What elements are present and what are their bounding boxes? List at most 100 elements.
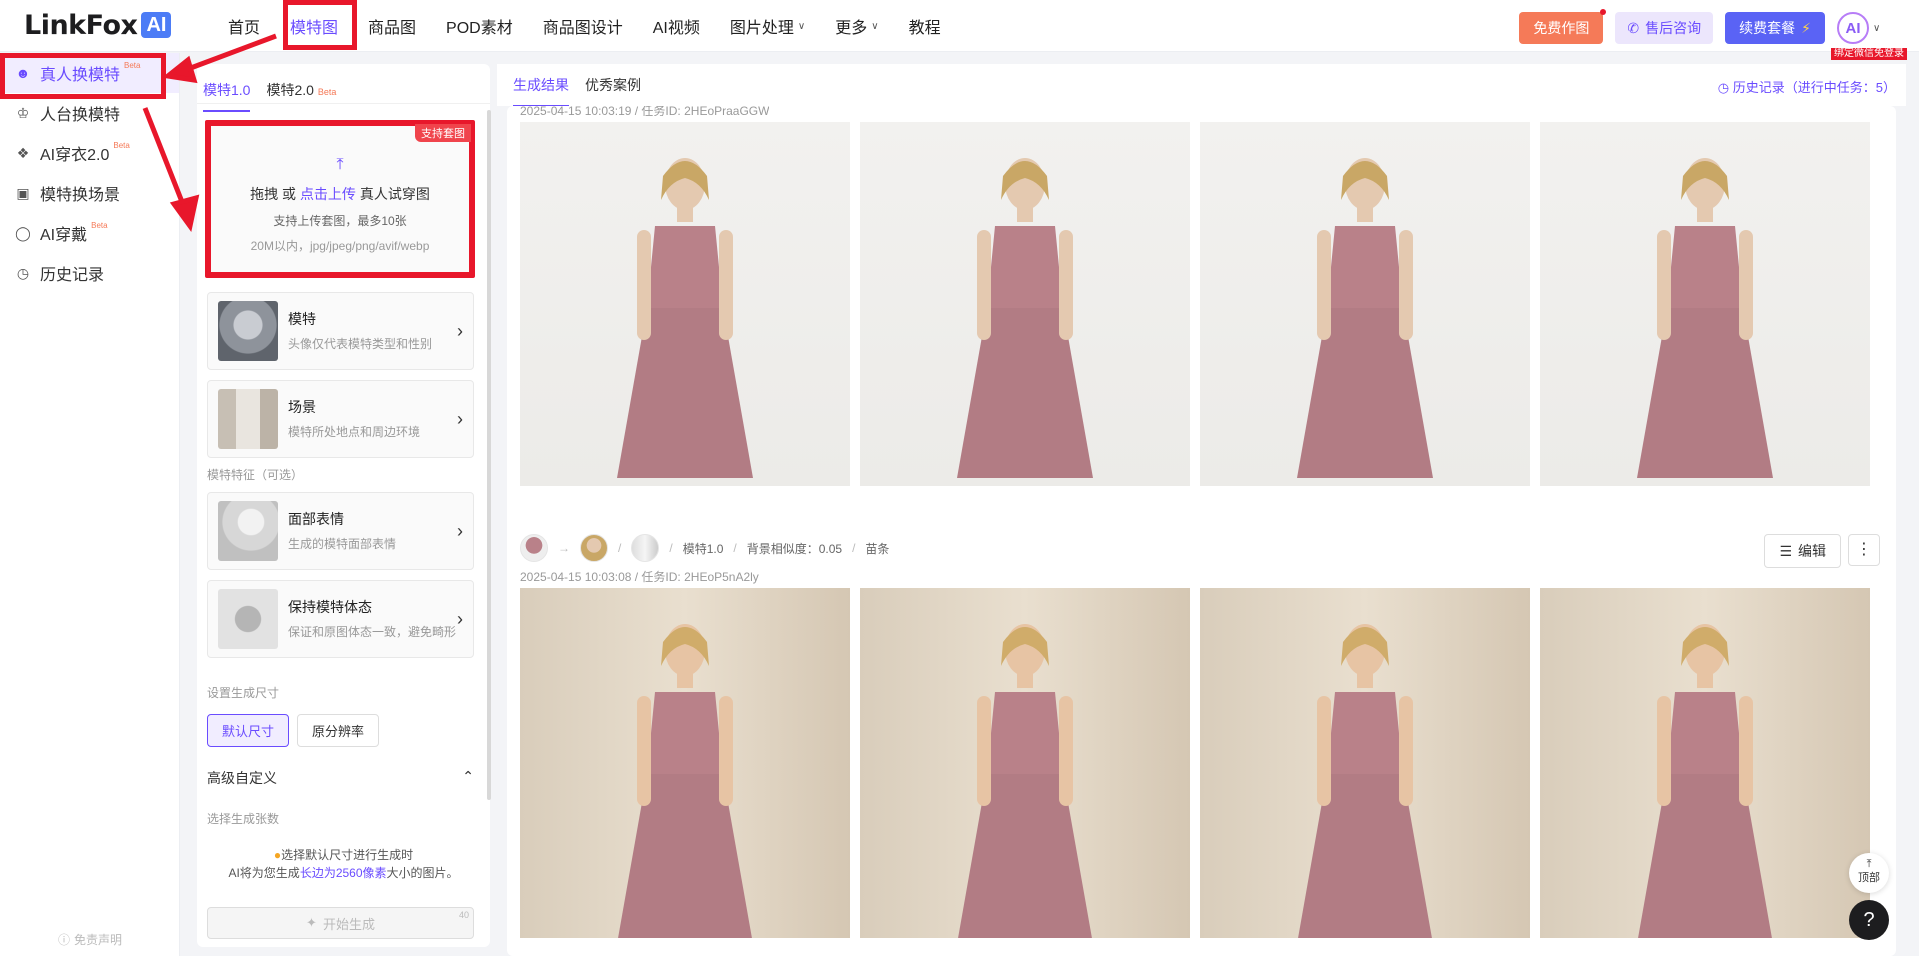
sliders-icon: ☰ [1779, 542, 1792, 559]
nav-label: 图片处理 [729, 20, 794, 37]
sidebar-item-mannequin-swap[interactable]: ♔ 人台换模特 [0, 93, 179, 133]
disclaimer-label: 免责声明 [74, 933, 123, 947]
model-figure [958, 624, 1092, 938]
sidebar-item-label: 人台换模特 [40, 107, 121, 124]
tab-label: 模特1.0 [203, 82, 251, 98]
chevron-down-icon: ∨ [797, 20, 806, 32]
nav-image-processing[interactable]: 图片处理 ∨ [730, 14, 805, 38]
generate-cost: 40 [458, 910, 469, 920]
generated-image[interactable] [520, 588, 850, 938]
chevron-up-icon: ⌃ [462, 768, 474, 784]
logo[interactable]: LinkFox AI [24, 9, 172, 41]
lightning-icon: ⚡ [1801, 19, 1811, 36]
nav-home[interactable]: 首页 [228, 14, 260, 38]
scene-thumbnail-small [631, 534, 660, 562]
face-expression-card[interactable]: 面部表情 生成的模特面部表情 › [207, 492, 474, 570]
user-menu[interactable]: AI ∨ 绑定微信免登录 [1831, 10, 1907, 60]
tip-line1: 选择默认尺寸进行生成时 [281, 848, 414, 862]
nav-product-image[interactable]: 商品图 [368, 14, 416, 38]
generated-image[interactable] [1540, 122, 1870, 486]
after-sales-button[interactable]: ✆ 售后咨询 [1615, 12, 1714, 44]
history-link[interactable]: ◷ 历史记录（进行中任务：5） [1718, 77, 1896, 96]
results-area: 生成结果 优秀案例 ◷ 历史记录（进行中任务：5） 2025-04-15 10:… [497, 64, 1906, 956]
card-title: 模特 [288, 311, 316, 327]
wechat-bind-badge[interactable]: 绑定微信免登录 [1831, 48, 1907, 60]
free-draw-button[interactable]: 免费作图 [1519, 9, 1607, 44]
model-select-card[interactable]: 模特 头像仅代表模特类型和性别 › [207, 292, 474, 370]
wand-icon: ✦ [306, 915, 317, 930]
default-size-button[interactable]: 默认尺寸 [207, 714, 290, 747]
upload-icon: ⤒ [336, 156, 344, 173]
generated-image[interactable] [1200, 122, 1530, 486]
tab-label: 模特2.0 [266, 82, 314, 98]
advanced-toggle[interactable]: 高级自定义 ⌃ [207, 768, 474, 788]
history-icon: ◷ [16, 264, 30, 281]
task-similarity: 背景相似度：0.05 [746, 541, 843, 556]
edit-button[interactable]: ☰ 编辑 [1764, 534, 1841, 568]
sidebar-item-scene-swap[interactable]: ▣ 模特换场景 [0, 173, 179, 213]
card-desc: 生成的模特面部表情 [288, 537, 397, 551]
task-model: 模特1.0 [682, 541, 724, 556]
tab-model-2[interactable]: 模特2.0 Beta [266, 80, 336, 103]
nav-more[interactable]: 更多 ∨ [835, 14, 878, 38]
task-chain: → / / 模特1.0 / 背景相似度：0.05 / 苗条 [520, 534, 889, 562]
shirt-icon: ❖ [16, 144, 30, 161]
generate-label: 开始生成 [322, 916, 375, 932]
upload-dropzone[interactable]: 支持套图 ⤒ 拖拽 或 点击上传 真人试穿图 支持上传套图，最多10张 20M以… [205, 120, 475, 278]
sidebar-item-label: AI穿戴 [40, 227, 88, 244]
disclaimer-link[interactable]: ⓘ 免责声明 [58, 931, 122, 948]
top-right-actions: 免费作图 ✆ 售后咨询 续费套餐 ⚡ AI ∨ 绑定微信免登录 [1519, 9, 1907, 60]
original-resolution-button[interactable]: 原分辨率 [297, 714, 380, 747]
start-generate-button[interactable]: ✦ 开始生成 40 [207, 907, 474, 939]
nav-label: 商品图设计 [542, 20, 623, 37]
model-thumbnail [218, 301, 278, 361]
upload-instruction: 拖拽 或 点击上传 真人试穿图 [211, 184, 469, 204]
sidebar-item-history[interactable]: ◷ 历史记录 [0, 253, 179, 293]
tab-model-1[interactable]: 模特1.0 [203, 80, 251, 112]
upload-link[interactable]: 点击上传 [300, 186, 356, 202]
back-to-top-button[interactable]: ⤒ 顶部 [1849, 853, 1889, 893]
nav-tutorial[interactable]: 教程 [909, 14, 941, 38]
model-figure [618, 624, 752, 938]
sidebar-item-ai-dress[interactable]: ❖ AI穿衣2.0 Beta [0, 133, 179, 173]
to-top-label: 顶部 [1858, 872, 1880, 884]
keep-pose-card[interactable]: 保持模特体态 保证和原图体态一致，避免畸形 › [207, 580, 474, 658]
size-label: 设置生成尺寸 [207, 686, 280, 700]
card-title: 面部表情 [288, 511, 344, 527]
nav-product-design[interactable]: 商品图设计 [543, 14, 623, 38]
card-title: 场景 [288, 399, 316, 415]
after-sales-label: 售后咨询 [1645, 20, 1702, 36]
pose-thumbnail [218, 589, 278, 649]
upload-limit-text: 支持上传套图，最多10张 [273, 214, 407, 228]
nav-pod[interactable]: POD素材 [446, 14, 513, 38]
model-figure [1298, 624, 1432, 938]
separator: / [669, 541, 673, 555]
nav-label: 首页 [228, 20, 261, 37]
tab-results[interactable]: 生成结果 [513, 75, 569, 107]
face-thumbnail [218, 501, 278, 561]
card-desc: 模特所处地点和周边环境 [288, 425, 421, 439]
nav-ai-video[interactable]: AI视频 [653, 14, 700, 38]
generated-image[interactable] [860, 588, 1190, 938]
scene-select-card[interactable]: 场景 模特所处地点和周边环境 › [207, 380, 474, 458]
generated-image[interactable] [520, 122, 850, 486]
generated-image[interactable] [860, 122, 1190, 486]
highlight-box-nav [283, 0, 357, 50]
panel-scrollbar[interactable] [487, 110, 491, 800]
more-options-button[interactable]: ⋮ [1848, 534, 1880, 566]
card-title: 保持模特体态 [288, 599, 372, 615]
model-figure [1638, 624, 1772, 938]
renew-plan-button[interactable]: 续费套餐 ⚡ [1725, 12, 1825, 44]
sidebar-item-ai-wear[interactable]: ◯ AI穿戴 Beta [0, 213, 179, 253]
tab-showcase[interactable]: 优秀案例 [585, 75, 641, 95]
upload-text-post: 真人试穿图 [355, 186, 430, 202]
nav-label: AI视频 [652, 20, 700, 37]
help-button[interactable]: ? [1849, 900, 1889, 940]
card-desc: 头像仅代表模特类型和性别 [288, 337, 433, 351]
chevron-down-icon: ∨ [871, 20, 879, 32]
generated-image[interactable] [1540, 588, 1870, 938]
generated-image[interactable] [1200, 588, 1530, 938]
model-figure [1297, 158, 1433, 478]
separator: / [852, 541, 856, 555]
task-meta: 2025-04-15 10:03:19 / 任务ID: 2HEoPraaGGW [520, 106, 770, 116]
